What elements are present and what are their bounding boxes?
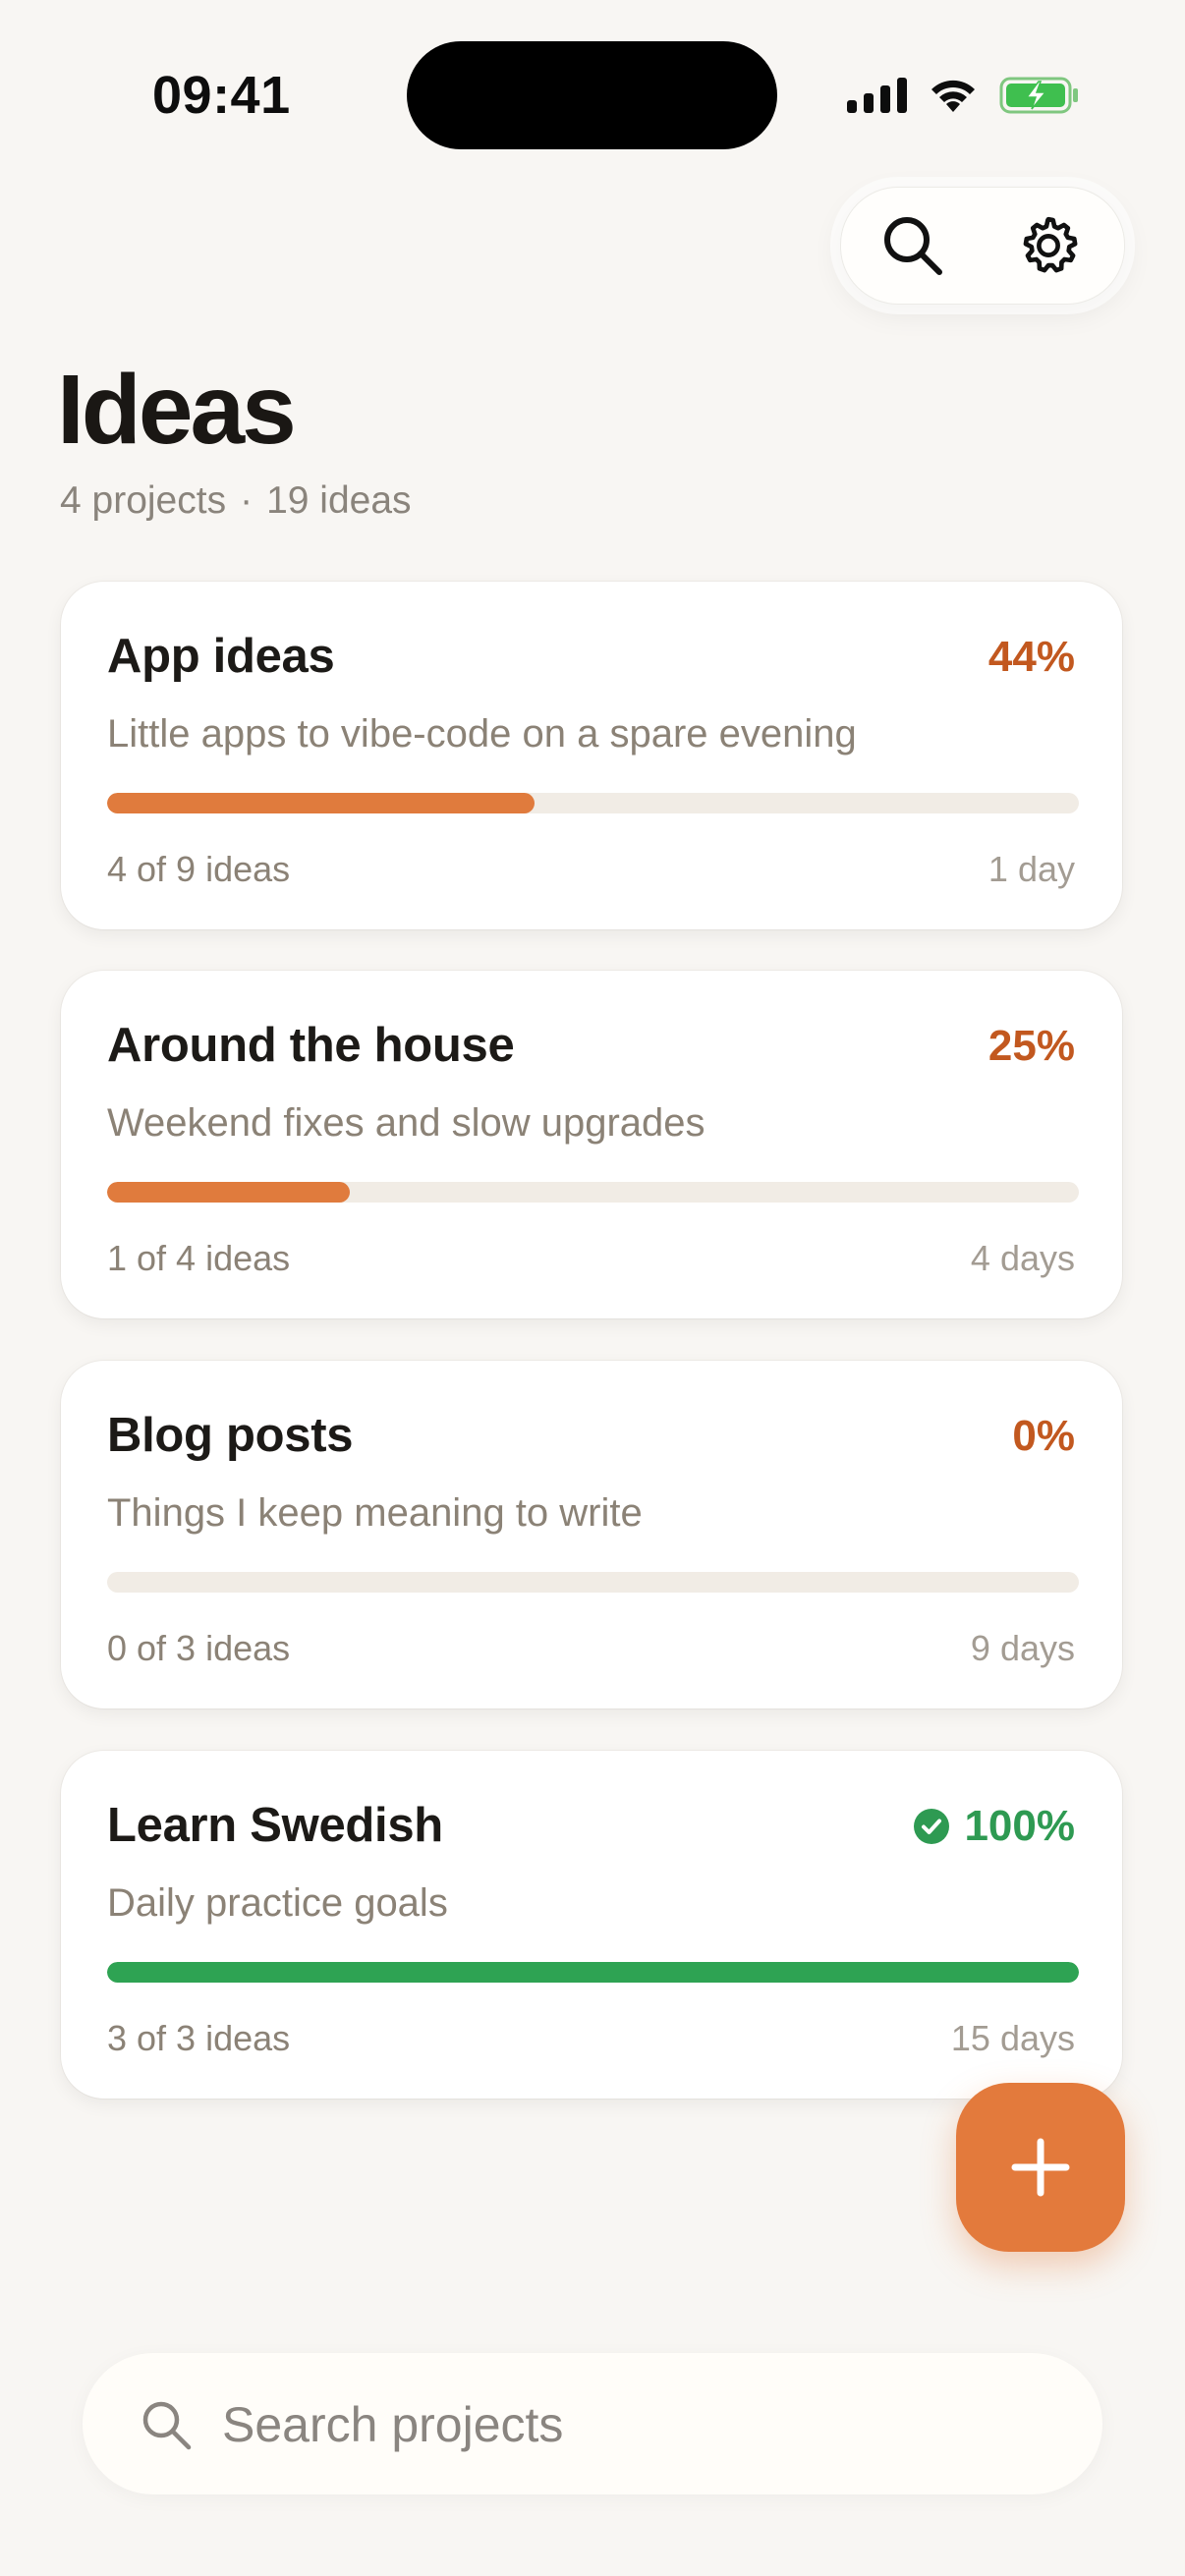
progress-fill <box>107 1182 351 1203</box>
search-button[interactable] <box>876 209 949 282</box>
project-age: 15 days <box>950 2018 1075 2058</box>
gear-icon <box>1023 216 1078 273</box>
check-circle-icon <box>914 1809 950 1844</box>
search-bar-icon-wrap <box>140 2398 193 2456</box>
projects-count: 4 projects <box>60 479 227 522</box>
progress-track <box>107 1182 1079 1203</box>
project-idea-count: 0 of 3 ideas <box>107 1628 291 1668</box>
settings-button[interactable] <box>1012 209 1085 282</box>
project-name: Learn Swedish <box>107 1799 443 1852</box>
status-time: 09:41 <box>152 66 291 125</box>
project-idea-count: 4 of 9 ideas <box>107 849 291 889</box>
project-card[interactable]: Blog posts 0% Things I keep meaning to w… <box>61 1361 1122 1708</box>
toolbar-pill <box>840 187 1125 305</box>
page-title: Ideas <box>57 355 297 465</box>
project-name: Blog posts <box>107 1409 354 1462</box>
search-icon <box>884 217 942 275</box>
project-description: Weekend fixes and slow upgrades <box>107 1101 705 1145</box>
cellular-signal-icon <box>847 78 907 113</box>
project-percent: 0% <box>1012 1412 1075 1461</box>
project-idea-count: 3 of 3 ideas <box>107 2018 291 2058</box>
project-name: App ideas <box>107 630 335 683</box>
project-age: 4 days <box>970 1238 1075 1278</box>
project-percent-label: 0% <box>1012 1412 1075 1460</box>
project-idea-count: 1 of 4 ideas <box>107 1238 291 1278</box>
search-bar[interactable] <box>83 2353 1102 2494</box>
project-description: Things I keep meaning to write <box>107 1491 643 1535</box>
project-description: Daily practice goals <box>107 1881 448 1925</box>
progress-fill <box>107 1962 1079 1983</box>
add-project-button[interactable] <box>956 2083 1125 2252</box>
project-percent-label: 44% <box>988 633 1075 681</box>
project-card[interactable]: App ideas 44% Little apps to vibe-code o… <box>61 582 1122 929</box>
project-age: 1 day <box>988 849 1075 889</box>
project-percent: 25% <box>988 1022 1075 1071</box>
dynamic-island <box>407 41 777 149</box>
search-icon <box>142 2401 192 2450</box>
project-percent-label: 25% <box>988 1022 1075 1070</box>
subtitle-separator: · <box>240 479 254 522</box>
project-card[interactable]: Around the house 25% Weekend fixes and s… <box>61 971 1122 1318</box>
project-description: Little apps to vibe-code on a spare even… <box>107 712 857 756</box>
project-age: 9 days <box>970 1628 1075 1668</box>
ideas-count: 19 ideas <box>266 479 412 522</box>
status-icons <box>847 71 1080 120</box>
project-percent: 100% <box>913 1802 1075 1851</box>
project-name: Around the house <box>107 1019 515 1072</box>
battery-charging-icon <box>999 77 1078 114</box>
project-card[interactable]: Learn Swedish 100% Daily practice goals … <box>61 1751 1122 2099</box>
page-subtitle: 4 projects · 19 ideas <box>60 479 412 523</box>
progress-track <box>107 793 1079 813</box>
search-input[interactable] <box>220 2382 1069 2467</box>
project-percent-label: 100% <box>964 1802 1075 1850</box>
progress-track <box>107 1962 1079 1983</box>
progress-track <box>107 1572 1079 1593</box>
wifi-icon <box>931 80 975 112</box>
progress-fill <box>107 793 536 813</box>
plus-icon <box>1011 2138 1070 2197</box>
project-percent: 44% <box>988 633 1075 682</box>
